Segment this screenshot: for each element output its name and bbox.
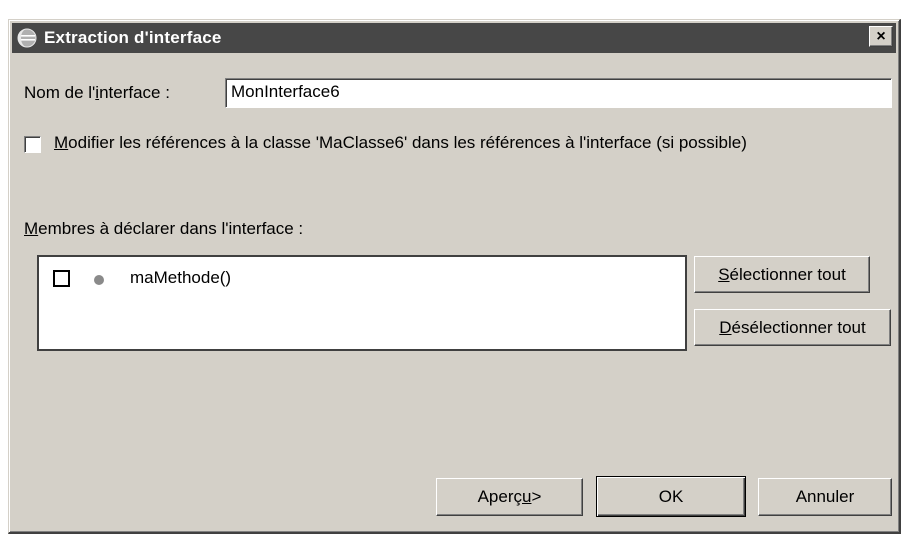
dialog-title: Extraction d'interface [44, 28, 222, 47]
member-label: maMethode() [130, 268, 232, 287]
members-label: Membres à déclarer dans l'interface : [24, 219, 304, 238]
extract-interface-dialog: Extraction d'interface × Nom de l'interf… [8, 19, 901, 534]
ok-button[interactable]: OK [596, 476, 746, 517]
interface-name-label: Nom de l'interface : [24, 83, 170, 102]
interface-name-input[interactable]: MonInterface6 [225, 78, 892, 108]
deselect-all-button[interactable]: Désélectionner tout [694, 309, 891, 346]
member-checkbox[interactable] [53, 270, 70, 287]
modify-references-label[interactable]: Modifier les références à la classe 'MaC… [54, 133, 747, 153]
eclipse-icon [17, 28, 37, 48]
title-bar[interactable]: Extraction d'interface × [12, 23, 896, 53]
close-icon: × [876, 27, 886, 45]
members-list[interactable]: maMethode() [37, 255, 687, 351]
method-default-icon [94, 275, 104, 285]
select-all-button[interactable]: Sélectionner tout [694, 256, 870, 293]
cancel-button[interactable]: Annuler [758, 478, 892, 516]
close-button[interactable]: × [869, 26, 893, 47]
modify-references-checkbox[interactable] [24, 136, 41, 153]
preview-button[interactable]: Aperç u > [436, 478, 583, 516]
interface-name-value: MonInterface6 [231, 82, 340, 101]
